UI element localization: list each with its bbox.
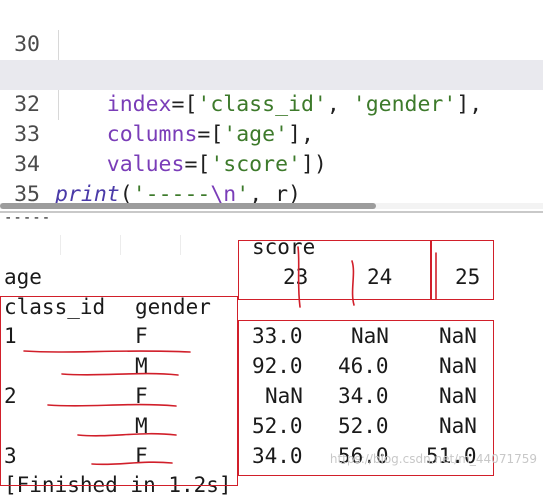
scrollbar-thumb[interactable]	[0, 203, 376, 209]
console-output-panel[interactable]: ----- score age 23 24 25 class_id gender…	[0, 210, 543, 497]
watermark: https://blog.csdn.net/m_44071759	[329, 452, 537, 466]
columns-name: age	[4, 265, 42, 289]
code-editor[interactable]: 30 r = rs.pivot_table( 31 index=['class_…	[0, 0, 543, 209]
code-line-35[interactable]: 35	[0, 150, 543, 207]
column-guide	[180, 235, 181, 255]
dash-separator: -----	[4, 210, 52, 226]
code-line-34[interactable]: 34 print('-----\n', r)	[0, 120, 543, 207]
annotation-box-col-25	[430, 240, 494, 300]
annotation-box-score	[238, 240, 432, 300]
code-line-33[interactable]: 33 values=['score'])	[0, 90, 543, 177]
code-line-32[interactable]: 32 columns=['age'],	[0, 60, 543, 147]
column-guide	[60, 235, 61, 255]
horizontal-scrollbar[interactable]	[0, 203, 543, 209]
column-guide	[120, 235, 121, 255]
annotation-box-index	[0, 296, 238, 486]
code-line-31[interactable]: 31 index=['class_id', 'gender'],	[0, 30, 543, 117]
code-line-30[interactable]: 30 r = rs.pivot_table(	[0, 0, 543, 87]
